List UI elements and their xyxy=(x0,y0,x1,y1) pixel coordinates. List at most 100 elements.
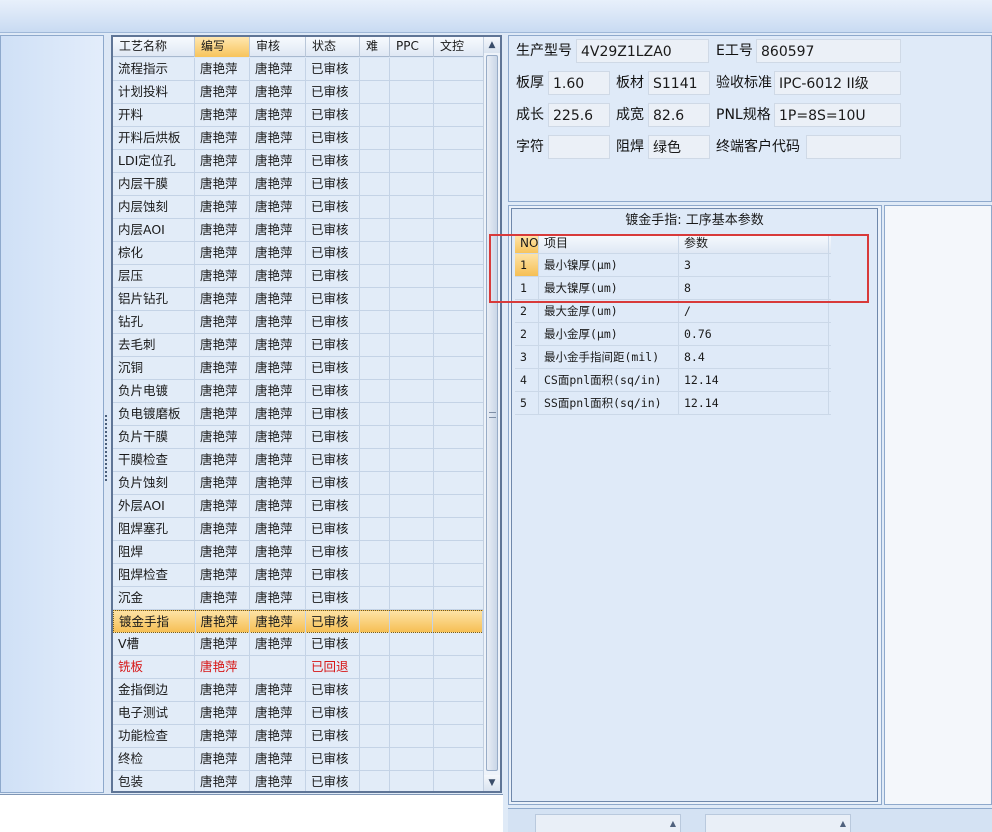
table-row[interactable]: 包装 唐艳萍 唐艳萍 已审核 xyxy=(113,771,484,791)
difficulty-cell xyxy=(360,611,390,633)
process-name-cell: 沉铜 xyxy=(113,357,195,379)
thickness-field[interactable]: 1.60 xyxy=(548,71,610,95)
process-grid-scrollbar[interactable]: ▲ ▼ xyxy=(483,37,500,791)
reviewer-cell: 唐艳萍 xyxy=(250,150,306,172)
param-value-cell: / xyxy=(679,300,829,322)
writer-cell: 唐艳萍 xyxy=(195,495,250,517)
splitter-grip-icon[interactable] xyxy=(105,415,109,481)
doc-control-cell xyxy=(434,564,484,586)
combo-up-icon[interactable]: ▲ xyxy=(666,815,680,832)
table-row[interactable]: 负片电镀 唐艳萍 唐艳萍 已审核 xyxy=(113,380,484,403)
table-row[interactable]: 开料 唐艳萍 唐艳萍 已审核 xyxy=(113,104,484,127)
table-row[interactable]: 流程指示 唐艳萍 唐艳萍 已审核 xyxy=(113,58,484,81)
writer-cell: 唐艳萍 xyxy=(195,403,250,425)
width-field[interactable]: 82.6 xyxy=(648,103,710,127)
status-cell: 已审核 xyxy=(306,495,360,517)
table-row[interactable]: 层压 唐艳萍 唐艳萍 已审核 xyxy=(113,265,484,288)
doc-control-cell xyxy=(434,449,484,471)
table-row[interactable]: 金指倒边 唐艳萍 唐艳萍 已审核 xyxy=(113,679,484,702)
table-row[interactable]: 功能检查 唐艳萍 唐艳萍 已审核 xyxy=(113,725,484,748)
scroll-up-icon[interactable]: ▲ xyxy=(484,37,500,53)
ppc-cell xyxy=(390,127,434,149)
status-cell: 已审核 xyxy=(306,771,360,791)
table-row[interactable]: 沉铜 唐艳萍 唐艳萍 已审核 xyxy=(113,357,484,380)
doc-control-cell xyxy=(434,288,484,310)
standard-field[interactable]: IPC-6012 II级 xyxy=(774,71,901,95)
table-row[interactable]: 内层干膜 唐艳萍 唐艳萍 已审核 xyxy=(113,173,484,196)
legend-field[interactable] xyxy=(548,135,610,159)
customer-code-field[interactable] xyxy=(806,135,901,159)
param-no-cell: 4 xyxy=(515,369,539,391)
table-row[interactable]: 阻焊塞孔 唐艳萍 唐艳萍 已审核 xyxy=(113,518,484,541)
table-row[interactable]: 铣板 唐艳萍 已回退 xyxy=(113,656,484,679)
table-row[interactable]: 铝片钻孔 唐艳萍 唐艳萍 已审核 xyxy=(113,288,484,311)
model-field[interactable]: 4V29Z1LZA0 xyxy=(576,39,709,63)
table-row[interactable]: 去毛刺 唐艳萍 唐艳萍 已审核 xyxy=(113,334,484,357)
column-header-writer[interactable]: 编写 xyxy=(195,37,250,57)
bottom-combo-right[interactable]: ▲ xyxy=(705,814,851,832)
material-field[interactable]: S1141 xyxy=(648,71,710,95)
column-header-process-name[interactable]: 工艺名称 xyxy=(113,37,195,57)
process-name-cell: 去毛刺 xyxy=(113,334,195,356)
panel-splitter[interactable] xyxy=(104,35,111,793)
pnl-field[interactable]: 1P=8S=10U xyxy=(774,103,901,127)
status-cell: 已审核 xyxy=(306,518,360,540)
table-row[interactable]: V槽 唐艳萍 唐艳萍 已审核 xyxy=(113,633,484,656)
table-row[interactable]: 阻焊检查 唐艳萍 唐艳萍 已审核 xyxy=(113,564,484,587)
table-row[interactable]: 4 CS面pnl面积(sq/in) 12.14 xyxy=(515,369,831,392)
reviewer-cell: 唐艳萍 xyxy=(250,58,306,80)
table-row[interactable]: 钻孔 唐艳萍 唐艳萍 已审核 xyxy=(113,311,484,334)
reviewer-cell: 唐艳萍 xyxy=(250,242,306,264)
table-row[interactable]: LDI定位孔 唐艳萍 唐艳萍 已审核 xyxy=(113,150,484,173)
solder-mask-field[interactable]: 绿色 xyxy=(648,135,710,159)
doc-control-cell xyxy=(434,127,484,149)
column-header-ppc[interactable]: PPC xyxy=(390,37,434,57)
table-row[interactable]: 计划投料 唐艳萍 唐艳萍 已审核 xyxy=(113,81,484,104)
writer-cell: 唐艳萍 xyxy=(195,656,250,678)
table-row[interactable]: 干膜检查 唐艳萍 唐艳萍 已审核 xyxy=(113,449,484,472)
process-name-cell: 外层AOI xyxy=(113,495,195,517)
table-row[interactable]: 外层AOI 唐艳萍 唐艳萍 已审核 xyxy=(113,495,484,518)
scrollbar-thumb[interactable] xyxy=(486,55,498,771)
reviewer-cell: 唐艳萍 xyxy=(250,426,306,448)
table-row[interactable]: 棕化 唐艳萍 唐艳萍 已审核 xyxy=(113,242,484,265)
status-cell: 已审核 xyxy=(306,426,360,448)
bottom-combo-left[interactable]: ▲ xyxy=(535,814,681,832)
table-row[interactable]: 2 最小金厚(μm) 0.76 xyxy=(515,323,831,346)
column-header-reviewer[interactable]: 审核 xyxy=(250,37,306,57)
table-row[interactable]: 负电镀磨板 唐艳萍 唐艳萍 已审核 xyxy=(113,403,484,426)
table-row[interactable]: 阻焊 唐艳萍 唐艳萍 已审核 xyxy=(113,541,484,564)
column-header-difficulty[interactable]: 难 xyxy=(360,37,390,57)
length-label: 成长 xyxy=(516,107,544,123)
table-row[interactable]: 2 最大金厚(um) / xyxy=(515,300,831,323)
table-row[interactable]: 终检 唐艳萍 唐艳萍 已审核 xyxy=(113,748,484,771)
reviewer-cell: 唐艳萍 xyxy=(250,611,306,633)
status-cell: 已审核 xyxy=(306,679,360,701)
ejob-field[interactable]: 860597 xyxy=(756,39,901,63)
table-row[interactable]: 负片干膜 唐艳萍 唐艳萍 已审核 xyxy=(113,426,484,449)
process-name-cell: 棕化 xyxy=(113,242,195,264)
table-row[interactable]: 负片蚀刻 唐艳萍 唐艳萍 已审核 xyxy=(113,472,484,495)
table-row[interactable]: 内层蚀刻 唐艳萍 唐艳萍 已审核 xyxy=(113,196,484,219)
ppc-cell xyxy=(390,518,434,540)
status-cell: 已审核 xyxy=(306,403,360,425)
length-field[interactable]: 225.6 xyxy=(548,103,610,127)
ppc-cell xyxy=(390,702,434,724)
scroll-down-icon[interactable]: ▼ xyxy=(484,775,500,791)
combo-up-icon[interactable]: ▲ xyxy=(836,815,850,832)
doc-control-cell xyxy=(434,702,484,724)
table-row[interactable]: 5 SS面pnl面积(sq/in) 12.14 xyxy=(515,392,831,415)
reviewer-cell: 唐艳萍 xyxy=(250,633,306,655)
table-row[interactable]: 电子测试 唐艳萍 唐艳萍 已审核 xyxy=(113,702,484,725)
table-row[interactable]: 镀金手指 唐艳萍 唐艳萍 已审核 xyxy=(113,610,484,633)
column-header-doc-control[interactable]: 文控 xyxy=(434,37,484,57)
table-row[interactable]: 内层AOI 唐艳萍 唐艳萍 已审核 xyxy=(113,219,484,242)
process-name-cell: 流程指示 xyxy=(113,58,195,80)
ppc-cell xyxy=(390,150,434,172)
status-cell: 已审核 xyxy=(306,127,360,149)
table-row[interactable]: 开料后烘板 唐艳萍 唐艳萍 已审核 xyxy=(113,127,484,150)
param-no-cell: 3 xyxy=(515,346,539,368)
table-row[interactable]: 3 最小金手指间距(mil) 8.4 xyxy=(515,346,831,369)
table-row[interactable]: 沉金 唐艳萍 唐艳萍 已审核 xyxy=(113,587,484,610)
column-header-status[interactable]: 状态 xyxy=(306,37,360,57)
